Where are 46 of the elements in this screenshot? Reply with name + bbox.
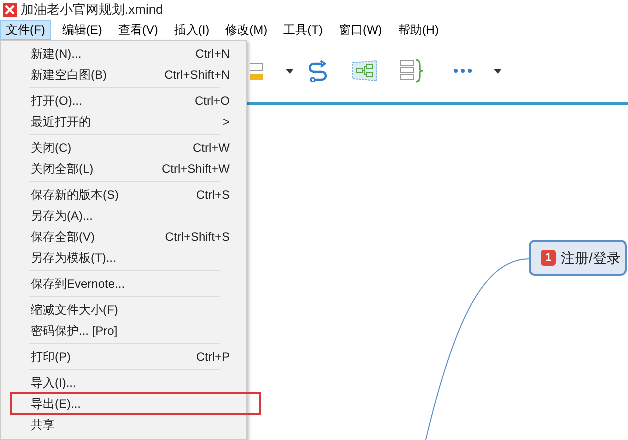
- menu-item[interactable]: 新建空白图(B) Ctrl+Shift+N: [1, 64, 246, 85]
- menu-item[interactable]: 关闭全部(L) Ctrl+Shift+W: [1, 158, 246, 179]
- submenu-arrow: >: [222, 114, 230, 130]
- priority-badge: 1: [541, 250, 556, 266]
- shortcut-text: Ctrl+W: [193, 140, 230, 156]
- shortcut-text: Ctrl+Shift+W: [162, 160, 230, 178]
- menu-title[interactable]: 修改(M): [220, 20, 273, 40]
- shortcut-text: Ctrl+O: [194, 92, 230, 110]
- menu-item[interactable]: 打开(O)... Ctrl+O: [1, 90, 246, 111]
- menu-item[interactable]: 导入(I)...: [1, 372, 246, 393]
- menu-item[interactable]: 导出(E)...: [11, 393, 260, 414]
- topic-node[interactable]: 1 注册/登录: [529, 240, 627, 276]
- menu-item[interactable]: 关闭(C) Ctrl+W: [1, 137, 246, 158]
- shortcut-text: Ctrl+Shift+N: [164, 66, 230, 84]
- topic-label: 注册/登录: [561, 248, 621, 268]
- summary-icon[interactable]: [400, 59, 424, 83]
- dropdown-caret-icon[interactable]: [286, 68, 294, 74]
- menu-title[interactable]: 查看(V): [113, 20, 164, 40]
- menu-item[interactable]: 密码保护... [Pro]: [1, 320, 246, 341]
- menu-title[interactable]: 插入(I): [169, 20, 215, 40]
- relationship-icon[interactable]: [308, 60, 330, 82]
- shortcut-text: Ctrl+Shift+S: [165, 228, 230, 246]
- menu-title[interactable]: 编辑(E): [57, 20, 108, 40]
- more-icon[interactable]: [454, 69, 472, 73]
- menu-item[interactable]: 打印(P) Ctrl+P: [1, 346, 246, 367]
- shortcut-text: Ctrl+P: [196, 348, 230, 366]
- menu-item[interactable]: 最近打开的 >: [1, 111, 246, 132]
- shortcut-text: Ctrl+S: [196, 186, 230, 204]
- menu-title[interactable]: 文件(F): [0, 20, 52, 40]
- shortcut-text: Ctrl+N: [196, 46, 230, 62]
- menu-item[interactable]: 保存全部(V) Ctrl+Shift+S: [1, 226, 246, 247]
- menu-item[interactable]: 另存为(A)...: [1, 205, 246, 226]
- menu-item[interactable]: 共享: [1, 414, 246, 435]
- boundary-icon[interactable]: [352, 60, 378, 82]
- color-fill-icon[interactable]: [250, 61, 264, 81]
- menu-title[interactable]: 窗口(W): [334, 20, 388, 40]
- menu-item[interactable]: 另存为模板(T)...: [1, 247, 246, 268]
- menu-title[interactable]: 帮助(H): [393, 20, 444, 40]
- menu-item[interactable]: 保存到Evernote...: [1, 273, 246, 294]
- menu-item[interactable]: 缩减文件大小(F): [1, 299, 246, 320]
- menu-title[interactable]: 工具(T): [278, 20, 328, 40]
- dropdown-caret-icon[interactable]: [494, 68, 502, 74]
- menu-item[interactable]: 保存新的版本(S) Ctrl+S: [1, 184, 246, 205]
- window-title: 加油老小官网规划.xmind: [21, 1, 164, 20]
- menu-item[interactable]: 新建(N)... Ctrl+N: [1, 43, 246, 64]
- app-logo-icon: [3, 3, 17, 17]
